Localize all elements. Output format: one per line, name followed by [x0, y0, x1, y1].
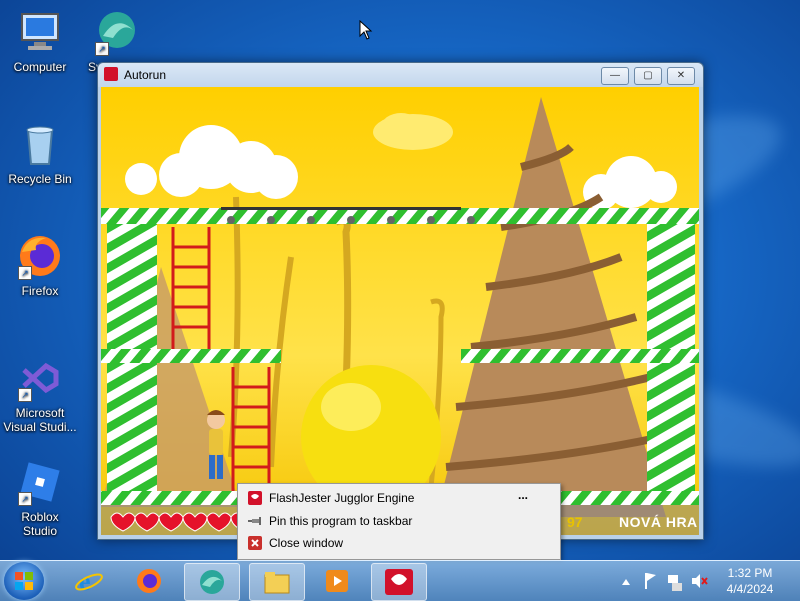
menu-item-more[interactable]: ...	[518, 484, 528, 506]
taskbar: e 1:32 PM 4/4/2024	[0, 560, 800, 601]
internet-explorer-icon: e	[75, 568, 103, 594]
pillar	[107, 363, 157, 491]
taskbar-app-autorun[interactable]	[371, 563, 427, 601]
computer-icon	[16, 8, 64, 56]
roblox-studio-icon: ↗	[16, 458, 64, 506]
autorun-window[interactable]: Autorun — ▢ ✕ 97 NOVÁ HRA	[97, 62, 704, 540]
taskbar-app-media-player[interactable]	[310, 563, 364, 599]
menu-item-app-name[interactable]: FlashJester Jugglor Engine ...	[238, 487, 560, 509]
close-icon	[248, 536, 262, 550]
window-title: Autorun	[124, 68, 167, 82]
network-icon[interactable]	[666, 561, 684, 601]
menu-item-close-window[interactable]: Close window	[238, 532, 560, 554]
desktop-icon-label: Computer	[13, 60, 67, 74]
recycle-bin-icon	[16, 120, 64, 168]
start-button[interactable]	[4, 562, 44, 600]
menu-item-label: Close window	[269, 536, 344, 550]
media-player-icon	[326, 570, 348, 592]
desktop-icon-firefox[interactable]: ↗ Firefox	[3, 232, 77, 298]
pillar	[107, 224, 157, 349]
score-value: 97	[567, 514, 583, 530]
clock[interactable]: 1:32 PM 4/4/2024	[712, 565, 788, 597]
desktop-icon-visual-studio[interactable]: ↗ Microsoft Visual Studi...	[3, 354, 77, 434]
edge-icon	[200, 570, 224, 594]
app-icon	[248, 491, 262, 505]
taskbar-app-edge[interactable]	[184, 563, 240, 601]
pillar	[647, 224, 695, 349]
shortcut-arrow-icon: ↗	[18, 388, 32, 402]
platform-middle-left	[101, 349, 281, 363]
clock-time: 1:32 PM	[727, 566, 773, 580]
desktop-icon-label: Roblox Studio	[21, 510, 59, 538]
mouse-cursor-icon	[359, 20, 373, 40]
pin-icon	[248, 517, 261, 525]
firefox-icon: ↗	[16, 232, 64, 280]
desktop-icon-label: Microsoft Visual Studi...	[3, 406, 77, 434]
show-hidden-icons-button[interactable]	[620, 561, 632, 601]
action-center-flag-icon[interactable]	[642, 561, 658, 601]
game-canvas[interactable]: 97 NOVÁ HRA	[101, 87, 699, 535]
window-titlebar[interactable]: Autorun — ▢ ✕	[98, 63, 703, 87]
desktop-icon-recycle-bin[interactable]: Recycle Bin	[3, 120, 77, 186]
taskbar-app-file-explorer[interactable]	[249, 563, 305, 601]
desktop-icon-roblox-studio[interactable]: ↗ Roblox Studio	[3, 458, 77, 538]
file-explorer-icon	[264, 572, 290, 594]
app-shortcut-icon: ↗	[93, 8, 141, 56]
desktop-icon-computer[interactable]: Computer	[3, 8, 77, 74]
shortcut-arrow-icon: ↗	[95, 42, 109, 56]
platform-middle-right	[461, 349, 699, 363]
menu-item-label: FlashJester Jugglor Engine	[269, 491, 415, 505]
new-game-button[interactable]: NOVÁ HRA	[619, 514, 698, 530]
taskbar-app-internet-explorer[interactable]: e	[62, 563, 116, 599]
taskbar-jump-list[interactable]: FlashJester Jugglor Engine ... Pin this …	[237, 483, 561, 560]
close-button[interactable]: ✕	[667, 67, 695, 85]
maximize-button[interactable]: ▢	[634, 67, 662, 85]
autorun-app-icon	[104, 67, 118, 81]
firefox-icon	[137, 569, 161, 593]
menu-item-label: Pin this program to taskbar	[269, 514, 413, 528]
shortcut-arrow-icon: ↗	[18, 492, 32, 506]
visual-studio-icon: ↗	[16, 354, 64, 402]
volume-muted-icon[interactable]	[690, 561, 708, 601]
platform-top	[101, 208, 699, 224]
minimize-button[interactable]: —	[601, 67, 629, 85]
menu-item-pin[interactable]: Pin this program to taskbar	[238, 510, 560, 532]
taskbar-app-firefox[interactable]	[122, 563, 176, 599]
shortcut-arrow-icon: ↗	[18, 266, 32, 280]
windows-logo-icon	[15, 572, 33, 590]
clock-date: 4/4/2024	[726, 582, 774, 596]
pillar	[647, 363, 695, 491]
desktop-icon-label: Firefox	[21, 284, 59, 298]
game-scene	[101, 87, 699, 535]
desktop-icon-label: Recycle Bin	[8, 172, 72, 186]
autorun-icon	[385, 569, 413, 595]
